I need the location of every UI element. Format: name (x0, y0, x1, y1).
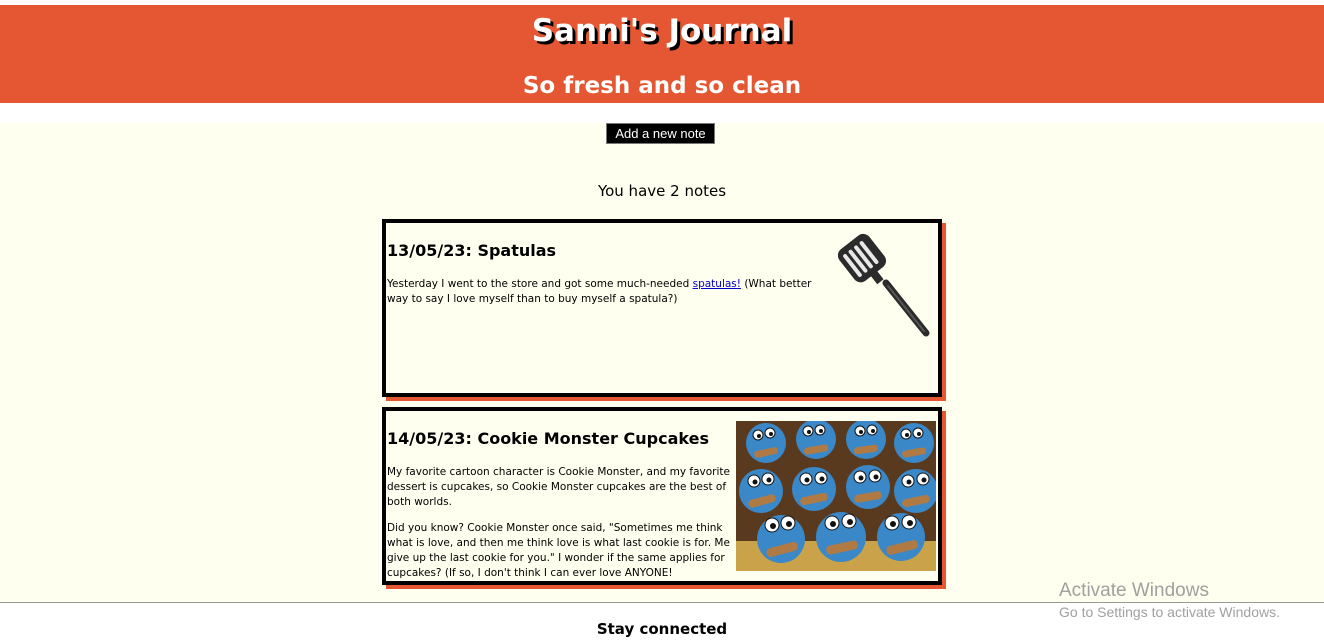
note-title: 13/05/23: Spatulas (387, 241, 557, 260)
header-band (0, 103, 1324, 123)
watermark-title: Activate Windows (1059, 580, 1209, 601)
note-card: 14/05/23: Cookie Monster Cupcakes My fav… (382, 407, 942, 585)
note-count: You have 2 notes (597, 182, 727, 200)
note-paragraph: My favorite cartoon character is Cookie … (387, 466, 730, 508)
spatulas-link[interactable]: spatulas! (693, 278, 741, 290)
add-note-button[interactable]: Add a new note (606, 123, 715, 144)
cookie-monster-cupcakes-image (736, 421, 936, 571)
site-subtitle: So fresh and so clean (522, 73, 802, 99)
note-title: 14/05/23: Cookie Monster Cupcakes (387, 429, 709, 448)
note-card: 13/05/23: Spatulas Yesterday I went to t… (382, 219, 942, 397)
site-header: Sanni's Journal So fresh and so clean (0, 5, 1324, 103)
watermark-subtitle: Go to Settings to activate Windows. (1059, 604, 1280, 620)
spatula-image (838, 233, 930, 337)
note-text: Yesterday I went to the store and got so… (387, 278, 693, 290)
site-title: Sanni's Journal (531, 13, 793, 49)
note-body: Yesterday I went to the store and got so… (387, 277, 835, 307)
note-paragraph: Did you know? Cookie Monster once said, … (387, 522, 730, 579)
activate-windows-watermark: Activate Windows Go to Settings to activ… (1059, 580, 1280, 620)
footer-title: Stay connected (596, 620, 728, 638)
